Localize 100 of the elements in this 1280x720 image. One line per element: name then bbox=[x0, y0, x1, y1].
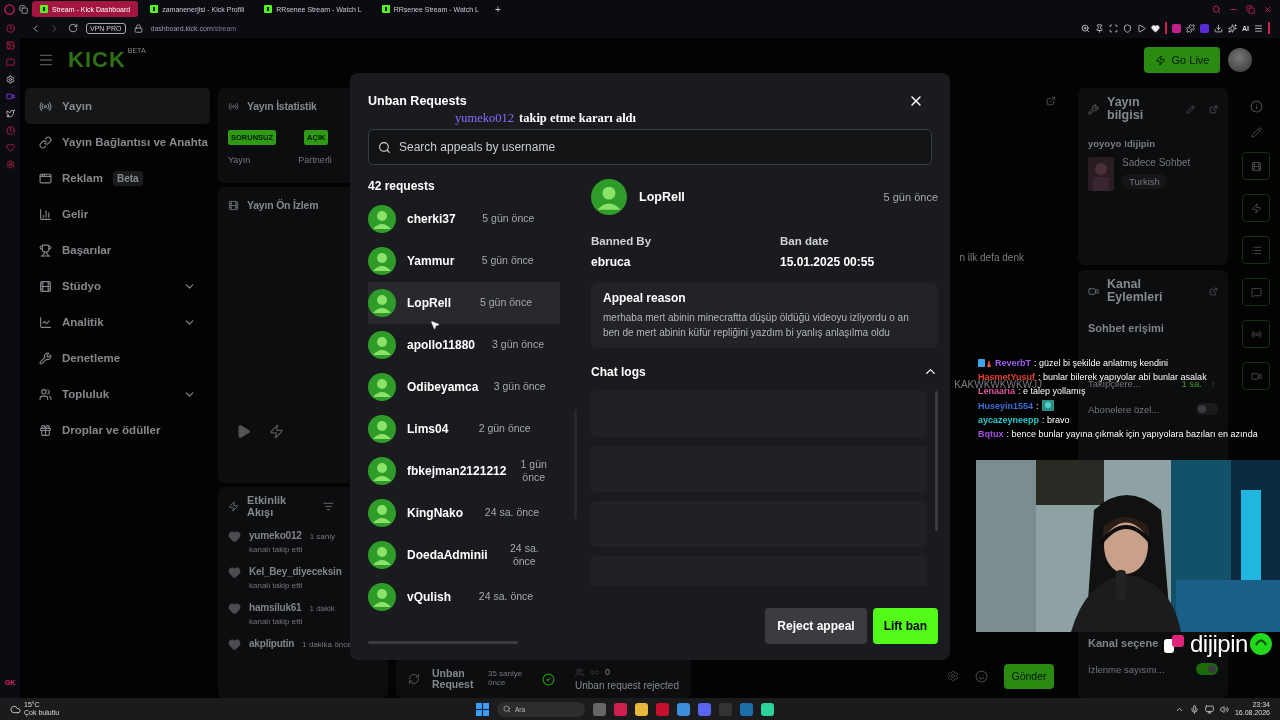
request-item[interactable]: cherki37 5 gün önce bbox=[368, 198, 560, 240]
speed-dial-icon[interactable] bbox=[5, 24, 15, 33]
sidebar-item[interactable]: Yayın bbox=[25, 88, 210, 124]
event-user: yumeko012 bbox=[249, 530, 302, 542]
favicon-icon bbox=[150, 5, 159, 13]
wrench-icon bbox=[39, 351, 52, 365]
sidebar-item[interactable]: Yayın Bağlantısı ve Anahta bbox=[25, 124, 210, 160]
lift-ban-button[interactable]: Lift ban bbox=[872, 608, 938, 644]
app-icon[interactable] bbox=[677, 702, 690, 716]
broadcast-icon bbox=[228, 100, 239, 112]
sidebar-item[interactable]: Droplar ve ödüller bbox=[25, 412, 210, 448]
extension-icon[interactable] bbox=[1172, 23, 1181, 33]
mic-icon[interactable] bbox=[1189, 704, 1199, 714]
expand-icon[interactable] bbox=[1209, 104, 1218, 114]
bird-icon[interactable] bbox=[5, 109, 15, 118]
request-item[interactable]: fbkejman2121212 1 gün önce bbox=[368, 450, 560, 492]
field-label: Banned By bbox=[591, 235, 653, 247]
gallery-icon[interactable] bbox=[5, 41, 15, 50]
reload-icon[interactable] bbox=[68, 23, 78, 33]
section-title: Sohbet erişimi bbox=[1088, 322, 1165, 335]
field-value: 15.01.2025 00:55 bbox=[780, 255, 876, 269]
messenger-icon[interactable] bbox=[5, 58, 15, 67]
request-item[interactable]: apollo11880 3 gün önce bbox=[368, 324, 560, 366]
chat-tool-button[interactable] bbox=[1242, 278, 1270, 306]
puzzle-icon[interactable] bbox=[1186, 23, 1195, 33]
sidebar-item[interactable]: Denetleme bbox=[25, 340, 210, 376]
go-live-button[interactable]: Go Live bbox=[1144, 47, 1220, 73]
language-tag: Turkish bbox=[1122, 174, 1167, 190]
twitch-icon[interactable] bbox=[5, 92, 15, 101]
reject-button[interactable]: Reject appeal bbox=[765, 608, 867, 644]
heart-icon bbox=[228, 638, 241, 652]
field-value: ebruca bbox=[591, 255, 632, 269]
network-icon[interactable] bbox=[1204, 704, 1214, 714]
notification-text: takip etme kararı aldı bbox=[519, 111, 637, 126]
close-icon[interactable] bbox=[1263, 4, 1272, 14]
download-icon[interactable] bbox=[1214, 23, 1223, 33]
activity-tool-button[interactable] bbox=[1242, 194, 1270, 222]
sidebar-item[interactable]: Analitik bbox=[25, 304, 210, 340]
restore-icon[interactable] bbox=[1246, 4, 1255, 14]
info-icon[interactable] bbox=[1249, 100, 1263, 113]
chat-app-icon[interactable] bbox=[698, 702, 711, 716]
app-icon[interactable] bbox=[761, 702, 774, 716]
pin-icon[interactable] bbox=[1095, 23, 1104, 33]
new-tab-button[interactable]: + bbox=[490, 3, 505, 15]
edit-icon[interactable] bbox=[1186, 104, 1195, 114]
task-view-icon[interactable] bbox=[593, 702, 606, 716]
history-icon[interactable] bbox=[5, 126, 15, 135]
tab-island-icon[interactable] bbox=[19, 4, 28, 14]
people-icon bbox=[575, 667, 584, 677]
request-item[interactable]: DoedaAdminii 24 sa. önce bbox=[368, 534, 560, 576]
sidebar-item[interactable]: Topluluk bbox=[25, 376, 210, 412]
extension-icon[interactable] bbox=[1200, 23, 1209, 33]
folder-app-icon[interactable] bbox=[635, 702, 648, 716]
request-item[interactable]: Odibeyamca 3 gün önce bbox=[368, 366, 560, 408]
sidebar-item[interactable]: Başarılar bbox=[25, 232, 210, 268]
sidebar-item[interactable]: Gelir bbox=[25, 196, 210, 232]
snapshot-icon[interactable] bbox=[1109, 23, 1118, 33]
avatar bbox=[368, 541, 396, 569]
weather-icon bbox=[10, 703, 21, 715]
bolt-icon bbox=[228, 501, 239, 513]
toggle-switch[interactable] bbox=[1196, 663, 1218, 676]
filter-icon[interactable] bbox=[323, 501, 334, 513]
event-time: 1 saniy bbox=[309, 532, 336, 542]
sidebar-item[interactable]: Reklam Beta bbox=[25, 160, 210, 196]
volume-icon[interactable] bbox=[1219, 704, 1229, 714]
shield-icon[interactable] bbox=[1123, 23, 1132, 33]
request-item[interactable]: Yammur 5 gün önce bbox=[368, 240, 560, 282]
emote-icon[interactable] bbox=[975, 669, 988, 683]
request-item[interactable]: LopRell 5 gün önce bbox=[368, 282, 560, 324]
username: LopRell bbox=[639, 190, 685, 204]
browser-app-icon[interactable] bbox=[614, 702, 627, 716]
chat-username: Bqtux bbox=[978, 429, 1004, 439]
user-avatar[interactable] bbox=[1228, 48, 1252, 72]
edit-icon[interactable] bbox=[1250, 127, 1262, 138]
chat-username: Lenaaria bbox=[978, 386, 1016, 396]
toggle-switch[interactable] bbox=[1196, 403, 1218, 416]
dijipin-logo: dijipin bbox=[1164, 630, 1272, 658]
sparkle-icon[interactable] bbox=[1228, 23, 1237, 33]
bolt-icon bbox=[1154, 54, 1166, 66]
broadcast-icon bbox=[1250, 328, 1262, 340]
preview-tool-button[interactable] bbox=[1242, 152, 1270, 180]
expand-icon[interactable] bbox=[1209, 286, 1218, 296]
bolt-icon bbox=[1250, 202, 1262, 214]
bolt-off-icon[interactable] bbox=[269, 424, 284, 439]
request-item[interactable]: KingNako 24 sa. önce bbox=[368, 492, 560, 534]
request-time: 5 gün önce bbox=[883, 191, 938, 203]
menu-icon[interactable] bbox=[1254, 23, 1263, 33]
broadcast-tool-button[interactable] bbox=[1242, 320, 1270, 348]
request-item[interactable]: vQulish 24 sa. önce bbox=[368, 576, 560, 618]
avatar bbox=[368, 247, 396, 275]
expand-icon[interactable] bbox=[1046, 96, 1056, 106]
sidebar-item[interactable]: Stüdyo bbox=[25, 268, 210, 304]
game-app-icon[interactable] bbox=[740, 702, 753, 716]
request-item[interactable]: Lims04 2 gün önce bbox=[368, 408, 560, 450]
start-icon[interactable] bbox=[476, 702, 489, 716]
list-tool-button[interactable] bbox=[1242, 236, 1270, 264]
send-button[interactable]: Gönder bbox=[1004, 663, 1054, 689]
search-icon[interactable] bbox=[1212, 4, 1221, 14]
zoom-icon[interactable] bbox=[1081, 23, 1090, 33]
play-icon[interactable] bbox=[1137, 23, 1146, 33]
